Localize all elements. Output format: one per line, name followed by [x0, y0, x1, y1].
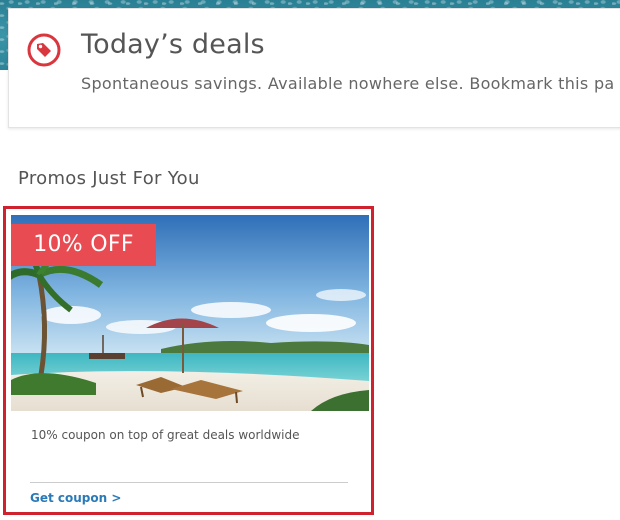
promo-card[interactable]: 10% OFF 10% coupon on top of great deals… [3, 206, 374, 515]
page-title: Today’s deals [81, 29, 265, 60]
page-subtitle: Spontaneous savings. Available nowhere e… [81, 74, 615, 93]
discount-badge: 10% OFF [11, 224, 156, 266]
divider [30, 482, 348, 483]
tag-icon [27, 33, 61, 67]
promo-description: 10% coupon on top of great deals worldwi… [31, 428, 300, 442]
get-coupon-link[interactable]: Get coupon > [30, 491, 121, 505]
promos-section-heading: Promos Just For You [18, 168, 200, 189]
todays-deals-header-card: Today’s deals Spontaneous savings. Avail… [8, 8, 620, 128]
